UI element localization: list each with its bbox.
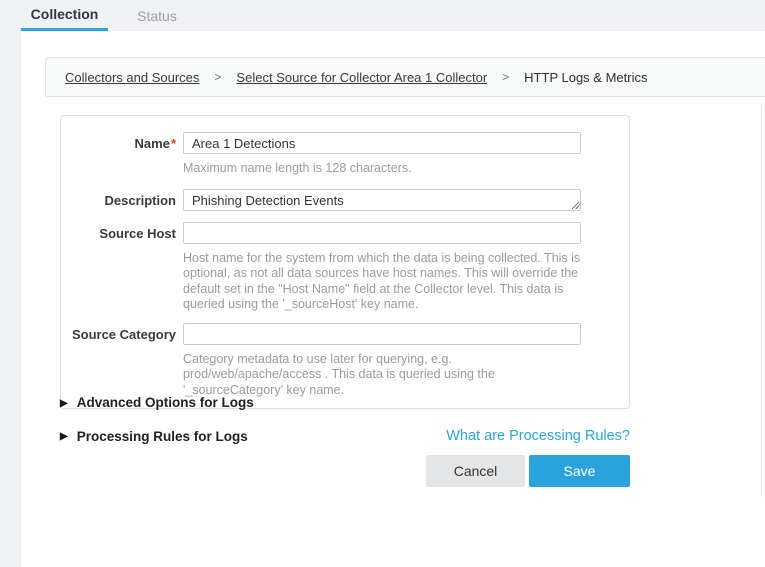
breadcrumb-separator: > [502,70,509,84]
processing-rules-row: ▶ Processing Rules for Logs What are Pro… [60,428,630,444]
advanced-options-toggle[interactable]: ▶ Advanced Options for Logs [60,395,254,410]
source-category-label: Source Category [61,323,176,399]
form-actions: Cancel Save [60,455,630,487]
source-host-input[interactable] [183,222,581,244]
what-are-processing-rules-link[interactable]: What are Processing Rules? [446,428,630,444]
save-button[interactable]: Save [529,455,630,487]
breadcrumb: Collectors and Sources > Select Source f… [45,57,765,97]
source-host-field-row: Source Host Host name for the system fro… [61,222,629,313]
breadcrumb-select-source[interactable]: Select Source for Collector Area 1 Colle… [236,70,487,85]
processing-rules-toggle[interactable]: ▶ Processing Rules for Logs [60,429,248,444]
panel-right-divider [761,105,762,497]
source-host-help-text: Host name for the system from which the … [183,251,583,313]
tab-collection[interactable]: Collection [21,0,108,31]
description-field-row: Description Phishing Detection Events [61,189,629,211]
source-host-label: Source Host [61,222,176,313]
name-label: Name* [61,132,176,177]
cancel-button[interactable]: Cancel [426,455,525,487]
tab-bar: Collection Status [0,0,765,31]
tab-status[interactable]: Status [108,0,206,31]
left-gutter [0,31,21,567]
chevron-right-icon: ▶ [60,398,68,409]
name-help-text: Maximum name length is 128 characters. [183,161,583,177]
source-category-input[interactable] [183,323,581,345]
processing-rules-label: Processing Rules for Logs [77,429,248,444]
description-input[interactable]: Phishing Detection Events [183,189,581,211]
name-input[interactable] [183,132,581,154]
source-category-field-row: Source Category Category metadata to use… [61,323,629,399]
source-config-card: Name* Maximum name length is 128 charact… [60,115,630,409]
breadcrumb-collectors-and-sources[interactable]: Collectors and Sources [65,70,199,85]
advanced-options-row: ▶ Advanced Options for Logs [60,395,630,410]
name-field-row: Name* Maximum name length is 128 charact… [61,132,629,177]
required-asterisk: * [171,136,176,151]
breadcrumb-current-page: HTTP Logs & Metrics [524,70,647,85]
breadcrumb-separator: > [214,70,221,84]
chevron-right-icon: ▶ [60,431,68,442]
advanced-options-label: Advanced Options for Logs [77,395,254,410]
source-category-help-text: Category metadata to use later for query… [183,352,583,399]
description-label: Description [61,189,176,211]
